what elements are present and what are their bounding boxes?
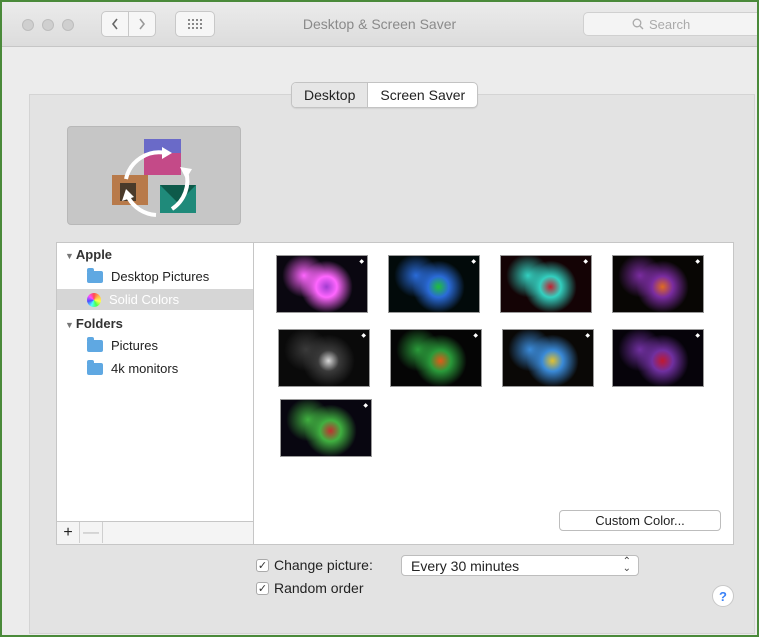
checkmark-icon: ✓ <box>256 581 269 595</box>
color-wheel-icon <box>87 292 101 307</box>
folder-icon <box>87 336 103 352</box>
help-button[interactable]: ? <box>712 585 734 607</box>
change-picture-checkbox[interactable]: ✓ Change picture: <box>256 557 373 573</box>
thumbnail-green-cell[interactable]: ◆ <box>388 255 480 313</box>
add-remove-bar: + — <box>57 521 253 544</box>
sidebar-item-pictures[interactable]: Pictures <box>57 335 253 356</box>
search-placeholder: Search <box>649 16 691 32</box>
thumbnail-red-dots[interactable]: ◆ <box>500 255 592 313</box>
custom-color-button[interactable]: Custom Color... <box>559 510 721 531</box>
window: Desktop & Screen Saver Search Desktop Sc… <box>0 0 759 637</box>
thumbnail-neuron-purple[interactable]: ◆ <box>276 255 368 313</box>
sidebar-item-label: Desktop Pictures <box>111 269 210 284</box>
thumbnail-tissue-multicolor[interactable]: ◆ <box>280 399 372 457</box>
disclosure-triangle-icon: ▼ <box>65 251 74 261</box>
folder-icon <box>87 359 103 375</box>
rotating-pictures-icon <box>112 139 196 217</box>
sidebar-item-4k-monitors[interactable]: 4k monitors <box>57 358 253 379</box>
sidebar-item-label: Pictures <box>111 338 158 353</box>
search-icon <box>632 18 644 30</box>
sidebar-item-label: 4k monitors <box>111 361 179 376</box>
sidebar-item-solid-colors[interactable]: Solid Colors <box>57 289 253 310</box>
remove-folder-button[interactable]: — <box>80 522 103 543</box>
change-interval-value: Every 30 minutes <box>411 557 520 574</box>
thumbnail-red-wave[interactable]: ◆ <box>612 329 704 387</box>
random-order-label: Random order <box>274 580 364 596</box>
tab-bar: Desktop Screen Saver <box>291 82 479 108</box>
sidebar-item-label: Solid Colors <box>109 292 180 307</box>
thumbnail-orange-brain[interactable]: ◆ <box>612 255 704 313</box>
thumbnail-orange-tissue[interactable]: ◆ <box>390 329 482 387</box>
add-folder-button[interactable]: + <box>57 522 80 543</box>
thumbnail-yellow-neuron[interactable]: ◆ <box>502 329 594 387</box>
group-folders[interactable]: ▼ Folders <box>65 316 123 331</box>
search-field[interactable]: Search <box>583 12 757 36</box>
title-bar: Desktop & Screen Saver Search <box>2 2 757 47</box>
updown-arrows-icon: ⌃ ⌄ <box>622 556 631 574</box>
change-picture-label: Change picture: <box>274 557 373 573</box>
thumbnail-white-dots[interactable]: ◆ <box>278 329 370 387</box>
tab-desktop[interactable]: Desktop <box>292 83 369 107</box>
picture-grid: ◆ ◆ ◆ ◆ ◆ ◆ ◆ ◆ ◆ <box>254 242 734 545</box>
sidebar-item-desktop-pictures[interactable]: Desktop Pictures <box>57 266 253 287</box>
random-order-checkbox[interactable]: ✓ Random order <box>256 580 364 596</box>
group-apple[interactable]: ▼ Apple <box>65 247 112 262</box>
change-interval-select[interactable]: Every 30 minutes ⌃ ⌄ <box>401 555 639 576</box>
source-list: ▼ Apple Desktop Pictures Solid Colors ▼ Fo… <box>56 242 254 545</box>
folder-icon <box>87 267 103 283</box>
desktop-preview <box>67 126 241 225</box>
tab-screen-saver[interactable]: Screen Saver <box>368 83 477 107</box>
checkmark-icon: ✓ <box>256 558 269 572</box>
disclosure-triangle-icon: ▼ <box>65 320 74 330</box>
